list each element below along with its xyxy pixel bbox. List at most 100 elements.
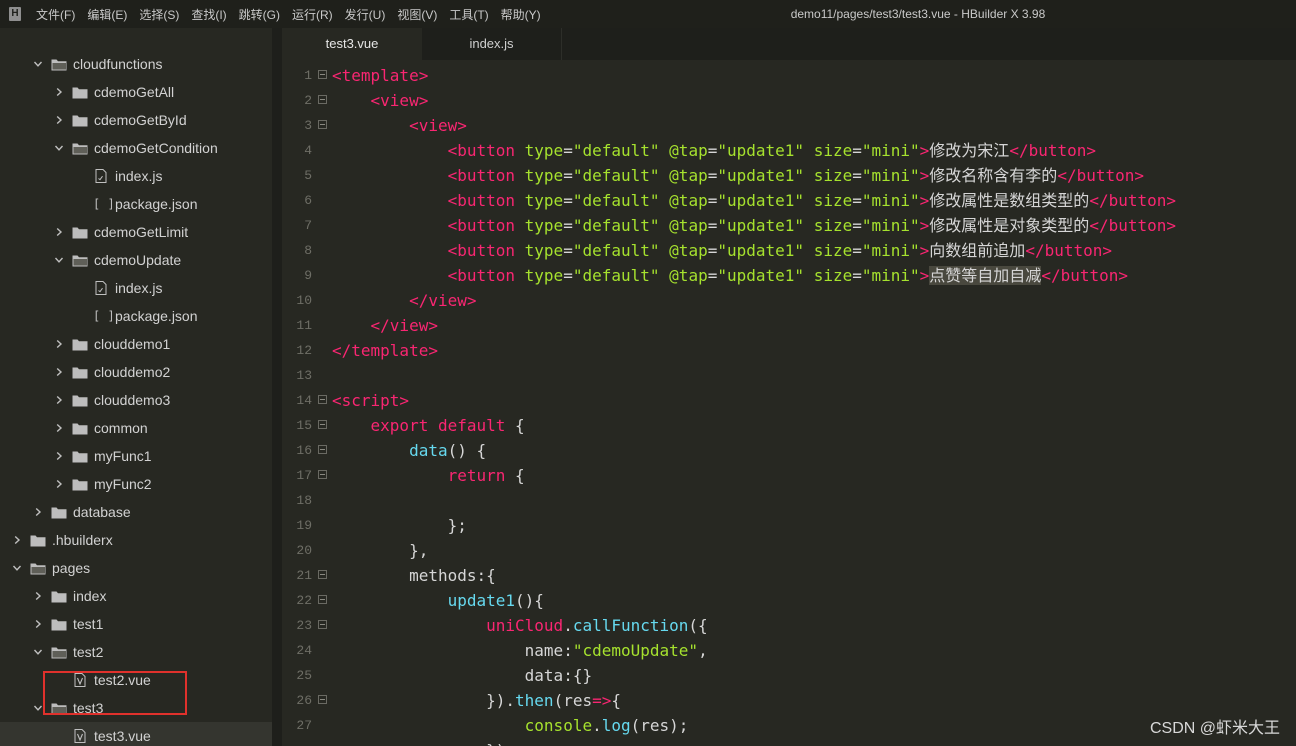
tree-folder-test2[interactable]: test2 — [0, 638, 272, 666]
tree-folder-database[interactable]: database — [0, 498, 272, 526]
tree-folder-cloudfunctions[interactable]: cloudfunctions — [0, 50, 272, 78]
tree-folder-clouddemo2[interactable]: clouddemo2 — [0, 358, 272, 386]
chevron-right-icon[interactable] — [52, 113, 66, 127]
code-editor[interactable]: 1 <template> 2 <view> 3 <view> 4 <button typ… — [282, 60, 1296, 746]
fold-toggle-icon[interactable] — [318, 470, 327, 479]
chevron-right-icon[interactable] — [52, 421, 66, 435]
tree-folder-clouddemo1[interactable]: clouddemo1 — [0, 330, 272, 358]
code-line[interactable]: 1 <template> — [282, 63, 1296, 88]
code-line[interactable]: 9 <button type="default" @tap="update1" … — [282, 263, 1296, 288]
tree-file[interactable]: [ ] package.json — [0, 302, 272, 330]
chevron-right-icon[interactable] — [31, 589, 45, 603]
code-line[interactable]: 26 }).then(res=>{ — [282, 688, 1296, 713]
code-line[interactable]: 17 return { — [282, 463, 1296, 488]
fold-toggle-icon[interactable] — [318, 395, 327, 404]
menu-item[interactable]: 视图(V) — [391, 6, 443, 23]
tree-folder-hbuilderx[interactable]: .hbuilderx — [0, 526, 272, 554]
menu-item[interactable]: 跳转(G) — [233, 6, 286, 23]
fold-toggle-icon[interactable] — [318, 70, 327, 79]
fold-toggle-icon[interactable] — [318, 420, 327, 429]
chevron-down-icon[interactable] — [31, 57, 45, 71]
code-line[interactable]: 23 uniCloud.callFunction({ — [282, 613, 1296, 638]
tree-folder-clouddemo3[interactable]: clouddemo3 — [0, 386, 272, 414]
menu-item[interactable]: 选择(S) — [133, 6, 185, 23]
tree-file[interactable]: test3.vue — [0, 722, 272, 746]
folder-open-icon — [72, 141, 88, 155]
code-line[interactable]: 15 export default { — [282, 413, 1296, 438]
fold-toggle-icon[interactable] — [318, 120, 327, 129]
sidebar-divider[interactable] — [272, 28, 282, 746]
code-line[interactable]: 7 <button type="default" @tap="update1" … — [282, 213, 1296, 238]
menu-item[interactable]: 工具(T) — [443, 6, 494, 23]
chevron-down-icon[interactable] — [52, 141, 66, 155]
code-line[interactable]: 18 — [282, 488, 1296, 513]
code-line[interactable]: 4 <button type="default" @tap="update1" … — [282, 138, 1296, 163]
hbuilder-logo-icon[interactable]: H — [0, 7, 30, 21]
chevron-right-icon[interactable] — [10, 533, 24, 547]
chevron-right-icon[interactable] — [52, 365, 66, 379]
tree-folder-cdemogetlimit[interactable]: cdemoGetLimit — [0, 218, 272, 246]
tree-file[interactable]: index.js — [0, 162, 272, 190]
tree-file[interactable]: test2.vue — [0, 666, 272, 694]
code-line[interactable]: 3 <view> — [282, 113, 1296, 138]
code-line[interactable]: 6 <button type="default" @tap="update1" … — [282, 188, 1296, 213]
tree-folder-common[interactable]: common — [0, 414, 272, 442]
code-line[interactable]: 12 </template> — [282, 338, 1296, 363]
fold-toggle-icon[interactable] — [318, 570, 327, 579]
chevron-down-icon[interactable] — [31, 645, 45, 659]
tree-folder-cdemoupdate[interactable]: cdemoUpdate — [0, 246, 272, 274]
code-line[interactable]: 21 methods:{ — [282, 563, 1296, 588]
chevron-right-icon[interactable] — [52, 393, 66, 407]
code-line[interactable]: 16 data() { — [282, 438, 1296, 463]
fold-toggle-icon[interactable] — [318, 445, 327, 454]
code-line[interactable]: }) — [282, 738, 1296, 746]
menu-item[interactable]: 编辑(E) — [81, 6, 133, 23]
tree-folder-myfunc2[interactable]: myFunc2 — [0, 470, 272, 498]
code-line[interactable]: 22 update1(){ — [282, 588, 1296, 613]
chevron-right-icon[interactable] — [52, 225, 66, 239]
chevron-right-icon[interactable] — [31, 505, 45, 519]
tree-folder-pages[interactable]: pages — [0, 554, 272, 582]
code-line[interactable]: 24 name:"cdemoUpdate", — [282, 638, 1296, 663]
code-line[interactable]: 10 </view> — [282, 288, 1296, 313]
chevron-right-icon[interactable] — [52, 85, 66, 99]
chevron-right-icon[interactable] — [31, 617, 45, 631]
menu-item[interactable]: 运行(R) — [286, 6, 339, 23]
tree-file[interactable]: index.js — [0, 274, 272, 302]
code-line[interactable]: 25 data:{} — [282, 663, 1296, 688]
chevron-right-icon[interactable] — [52, 477, 66, 491]
code-line[interactable]: 20 }, — [282, 538, 1296, 563]
tree-folder-cdemogetcondition[interactable]: cdemoGetCondition — [0, 134, 272, 162]
fold-toggle-icon[interactable] — [318, 95, 327, 104]
chevron-right-icon[interactable] — [52, 337, 66, 351]
code-line[interactable]: 8 <button type="default" @tap="update1" … — [282, 238, 1296, 263]
tree-folder-test3[interactable]: test3 — [0, 694, 272, 722]
menu-item[interactable]: 文件(F) — [30, 6, 81, 23]
chevron-down-icon[interactable] — [10, 561, 24, 575]
chevron-right-icon[interactable] — [52, 449, 66, 463]
code-line[interactable]: 14 <script> — [282, 388, 1296, 413]
menu-item[interactable]: 查找(I) — [185, 6, 232, 23]
chevron-down-icon[interactable] — [52, 253, 66, 267]
tree-folder-myfunc1[interactable]: myFunc1 — [0, 442, 272, 470]
code-line[interactable]: 13 — [282, 363, 1296, 388]
code-line[interactable]: 5 <button type="default" @tap="update1" … — [282, 163, 1296, 188]
chevron-down-icon[interactable] — [31, 701, 45, 715]
menu-item[interactable]: 发行(U) — [339, 6, 392, 23]
fold-toggle-icon[interactable] — [318, 595, 327, 604]
tree-folder-cdemogetbyid[interactable]: cdemoGetById — [0, 106, 272, 134]
code-line[interactable]: 2 <view> — [282, 88, 1296, 113]
tab-index-js[interactable]: index.js — [422, 28, 562, 60]
menu-item[interactable]: 帮助(Y) — [495, 6, 547, 23]
tree-folder-index[interactable]: index — [0, 582, 272, 610]
fold-toggle-icon[interactable] — [318, 620, 327, 629]
tab-test3-vue[interactable]: test3.vue — [282, 28, 422, 60]
tree-folder-cdemogetall[interactable]: cdemoGetAll — [0, 78, 272, 106]
tree-file[interactable]: [ ] package.json — [0, 190, 272, 218]
code-token: 向数组前追加 — [929, 241, 1026, 260]
fold-toggle-icon[interactable] — [318, 695, 327, 704]
code-line[interactable]: 27 console.log(res); — [282, 713, 1296, 738]
tree-folder-test1[interactable]: test1 — [0, 610, 272, 638]
code-line[interactable]: 19 }; — [282, 513, 1296, 538]
code-line[interactable]: 11 </view> — [282, 313, 1296, 338]
